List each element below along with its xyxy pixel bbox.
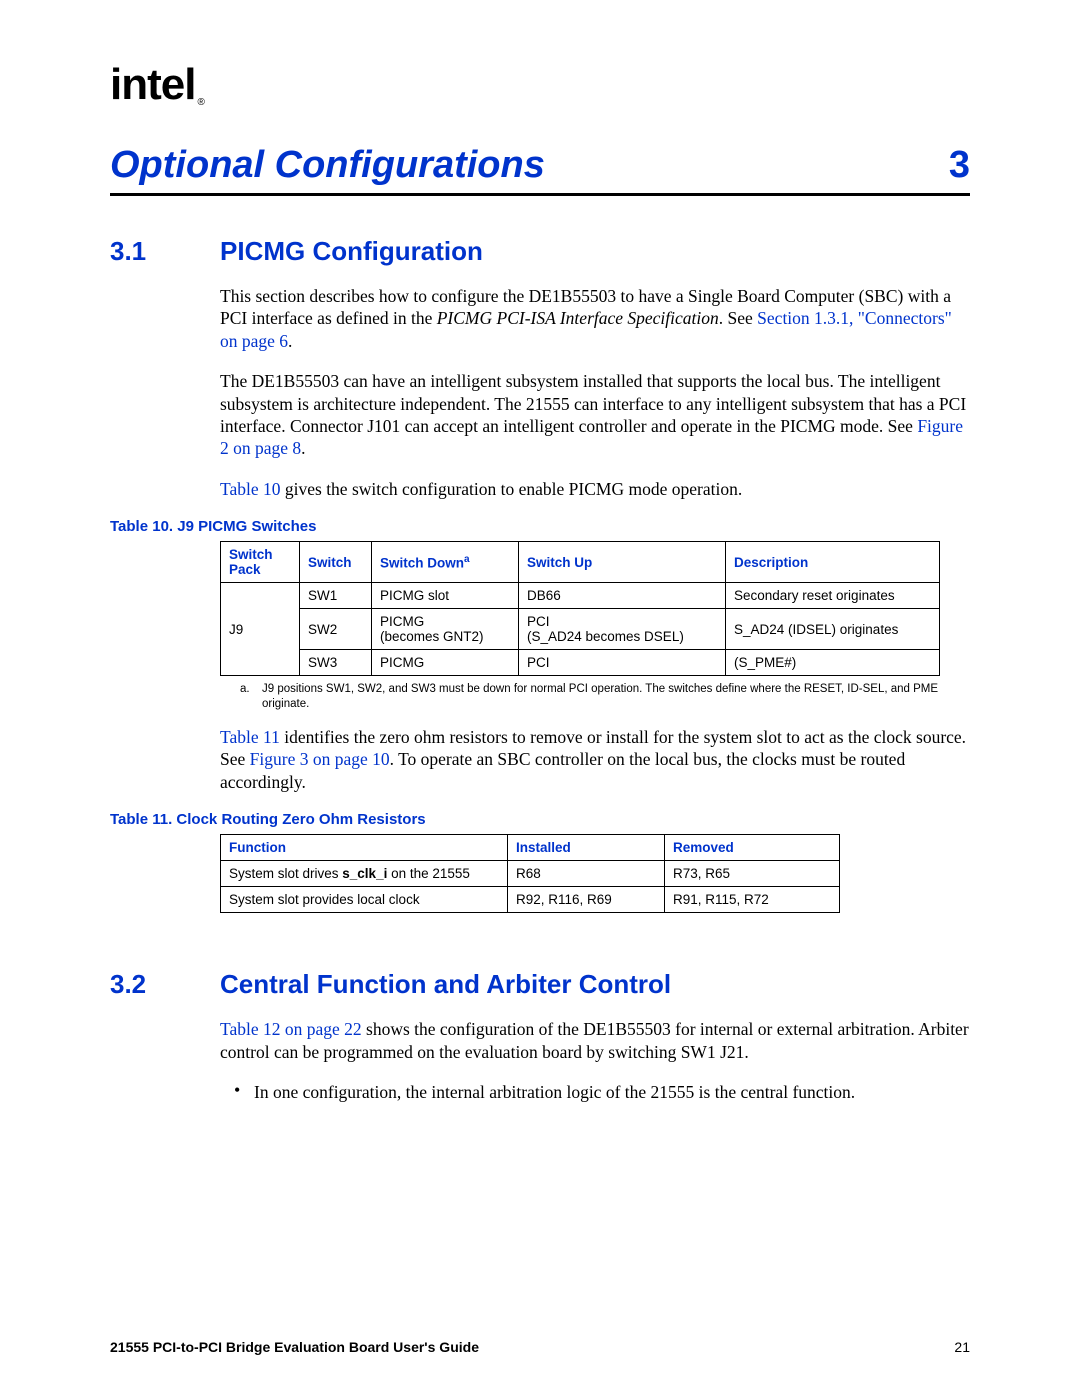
cell: PCI — [519, 650, 726, 676]
logo-reg: ® — [197, 97, 203, 108]
cell: Secondary reset originates — [726, 583, 940, 609]
cell: PCI(S_AD24 becomes DSEL) — [519, 609, 726, 650]
chapter-title: Optional Configurations — [110, 144, 545, 187]
table-row: SW3 PICMG PCI (S_PME#) — [221, 650, 940, 676]
logo-text: intel — [110, 60, 195, 110]
cell: System slot provides local clock — [221, 887, 508, 913]
cell: PICMG slot — [372, 583, 519, 609]
table-10-footnote: a. J9 positions SW1, SW2, and SW3 must b… — [240, 682, 970, 712]
section-title: PICMG Configuration — [220, 236, 483, 267]
intel-logo: intel ® — [110, 60, 970, 110]
bullet-item: • In one configuration, the internal arb… — [234, 1081, 970, 1103]
footer-title: 21555 PCI-to-PCI Bridge Evaluation Board… — [110, 1339, 479, 1355]
link-table-11[interactable]: Table 11 — [220, 727, 280, 747]
cell: SW3 — [300, 650, 372, 676]
table-row: SW2 PICMG(becomes GNT2) PCI(S_AD24 becom… — [221, 609, 940, 650]
table-11-caption: Table 11. Clock Routing Zero Ohm Resisto… — [110, 811, 970, 828]
col-removed: Removed — [665, 835, 840, 861]
paragraph: Table 10 gives the switch configuration … — [220, 478, 970, 500]
section-number: 3.1 — [110, 236, 220, 267]
page-footer: 21555 PCI-to-PCI Bridge Evaluation Board… — [110, 1339, 970, 1355]
paragraph: Table 12 on page 22 shows the configurat… — [220, 1018, 970, 1063]
bullet-text: In one configuration, the internal arbit… — [254, 1081, 855, 1103]
cell: SW1 — [300, 583, 372, 609]
cell: R68 — [508, 861, 665, 887]
col-switch: Switch — [300, 542, 372, 583]
col-description: Description — [726, 542, 940, 583]
col-installed: Installed — [508, 835, 665, 861]
cell: PICMG(becomes GNT2) — [372, 609, 519, 650]
table-row: J9 SW1 PICMG slot DB66 Secondary reset o… — [221, 583, 940, 609]
cell: SW2 — [300, 609, 372, 650]
link-table-10[interactable]: Table 10 — [220, 479, 281, 499]
section-3-1-header: 3.1 PICMG Configuration — [110, 236, 970, 267]
cell: DB66 — [519, 583, 726, 609]
bullet-icon: • — [234, 1081, 254, 1103]
chapter-number: 3 — [949, 144, 970, 187]
table-row: System slot provides local clock R92, R1… — [221, 887, 840, 913]
col-switch-pack: Switch Pack — [221, 542, 300, 583]
table-header-row: Function Installed Removed — [221, 835, 840, 861]
page-number: 21 — [954, 1339, 970, 1355]
section-title: Central Function and Arbiter Control — [220, 969, 671, 1000]
cell: (S_PME#) — [726, 650, 940, 676]
paragraph: Table 11 identifies the zero ohm resisto… — [220, 726, 970, 793]
spec-name: PICMG PCI-ISA Interface Specification — [437, 308, 719, 328]
table-11: Function Installed Removed System slot d… — [220, 834, 840, 913]
cell: R92, R116, R69 — [508, 887, 665, 913]
table-10: Switch Pack Switch Switch Downa Switch U… — [220, 541, 940, 676]
link-table-12[interactable]: Table 12 on page 22 — [220, 1019, 362, 1039]
paragraph: The DE1B55503 can have an intelligent su… — [220, 370, 970, 460]
col-function: Function — [221, 835, 508, 861]
cell: S_AD24 (IDSEL) originates — [726, 609, 940, 650]
cell: PICMG — [372, 650, 519, 676]
cell: System slot drives s_clk_i on the 21555 — [221, 861, 508, 887]
table-10-caption: Table 10. J9 PICMG Switches — [110, 518, 970, 535]
table-header-row: Switch Pack Switch Switch Downa Switch U… — [221, 542, 940, 583]
section-3-2-header: 3.2 Central Function and Arbiter Control — [110, 969, 970, 1000]
col-switch-down: Switch Downa — [372, 542, 519, 583]
cell: R73, R65 — [665, 861, 840, 887]
col-switch-up: Switch Up — [519, 542, 726, 583]
cell-pack: J9 — [221, 583, 300, 676]
section-number: 3.2 — [110, 969, 220, 1000]
table-row: System slot drives s_clk_i on the 21555 … — [221, 861, 840, 887]
cell: R91, R115, R72 — [665, 887, 840, 913]
link-figure-3[interactable]: Figure 3 on page 10 — [250, 749, 390, 769]
chapter-header: Optional Configurations 3 — [110, 144, 970, 196]
paragraph: This section describes how to configure … — [220, 285, 970, 352]
